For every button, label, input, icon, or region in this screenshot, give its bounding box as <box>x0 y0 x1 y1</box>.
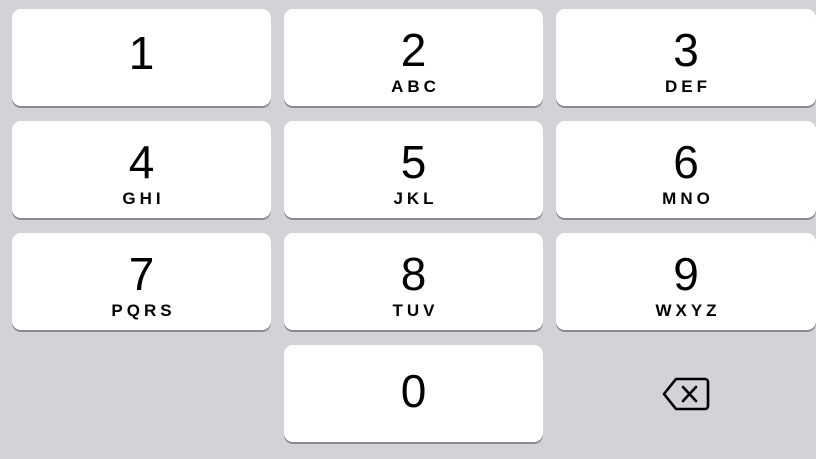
key-digit: 0 <box>400 365 427 417</box>
key-letters: GHI <box>122 189 165 208</box>
key-digit: 9 <box>673 248 699 300</box>
key-digit: 5 <box>400 136 427 188</box>
key-letters: PQRS <box>111 301 176 320</box>
delete-button[interactable] <box>556 345 816 442</box>
key-letters: TUV <box>392 301 439 320</box>
key-digit: 8 <box>400 248 427 300</box>
key-0[interactable]: 0 <box>284 345 543 442</box>
key-4[interactable]: 4 GHI <box>12 121 271 218</box>
key-letters: WXYZ <box>655 301 721 320</box>
key-letters: DEF <box>665 77 711 96</box>
numeric-keypad: 1 2 ABC 3 DEF 4 GHI 5 JKL 6 MNO 7 PQRS 8… <box>0 0 816 459</box>
backspace-icon <box>662 377 710 410</box>
key-digit: 1 <box>128 27 155 79</box>
key-letters: JKL <box>393 189 438 208</box>
key-letters: ABC <box>391 77 440 96</box>
key-2[interactable]: 2 ABC <box>284 9 543 106</box>
key-digit: 7 <box>128 248 155 300</box>
key-9[interactable]: 9 WXYZ <box>556 233 816 330</box>
key-digit: 3 <box>673 24 699 76</box>
key-digit: 2 <box>400 24 427 76</box>
key-5[interactable]: 5 JKL <box>284 121 543 218</box>
key-1[interactable]: 1 <box>12 9 271 106</box>
key-letters: MNO <box>662 189 714 208</box>
key-digit: 4 <box>128 136 155 188</box>
key-6[interactable]: 6 MNO <box>556 121 816 218</box>
key-3[interactable]: 3 DEF <box>556 9 816 106</box>
key-8[interactable]: 8 TUV <box>284 233 543 330</box>
key-7[interactable]: 7 PQRS <box>12 233 271 330</box>
key-digit: 6 <box>673 136 699 188</box>
